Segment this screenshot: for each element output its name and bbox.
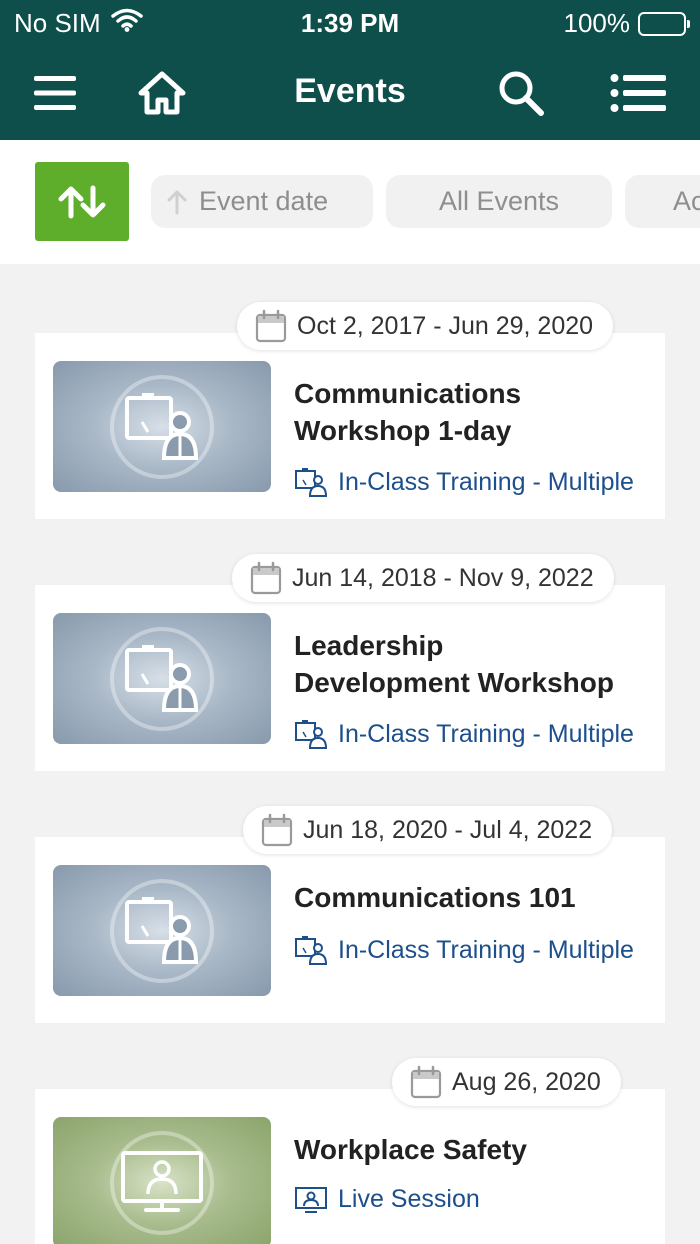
sort-toggle-button[interactable] xyxy=(35,162,129,241)
event-date-label: Aug 26, 2020 xyxy=(452,1067,601,1096)
filter-bar: Event date All Events Ac xyxy=(0,140,700,264)
event-title-line1: Communications xyxy=(294,378,522,409)
event-date-label: Oct 2, 2017 - Jun 29, 2020 xyxy=(297,311,594,340)
calendar-icon xyxy=(261,813,293,847)
event-type-label: In-Class Training - Multiple xyxy=(338,719,634,748)
event-thumbnail xyxy=(53,1117,271,1244)
arrow-up-icon xyxy=(167,190,187,214)
classroom-icon xyxy=(125,896,199,964)
status-right: 100% xyxy=(563,8,690,39)
list-view-icon[interactable] xyxy=(610,66,666,120)
next-filter-chip[interactable]: Ac xyxy=(625,175,700,228)
event-date-badge: Aug 26, 2020 xyxy=(392,1058,621,1106)
category-filter-chip[interactable]: All Events xyxy=(386,175,612,228)
page-title: Events xyxy=(294,72,406,110)
event-type: In-Class Training - Multiple xyxy=(294,719,634,749)
classroom-type-icon xyxy=(295,468,328,497)
sort-field-chip[interactable]: Event date xyxy=(151,175,373,228)
event-type: Live Session xyxy=(294,1185,480,1214)
category-filter-label: All Events xyxy=(438,186,560,216)
next-filter-label: Ac xyxy=(673,186,700,216)
event-date-badge: Jun 18, 2020 - Jul 4, 2022 xyxy=(243,806,613,854)
sort-field-label: Event date xyxy=(199,186,329,216)
battery-icon xyxy=(638,11,690,36)
home-icon[interactable] xyxy=(138,66,186,120)
event-type: In-Class Training - Multiple xyxy=(294,935,634,965)
event-type-label: In-Class Training - Multiple xyxy=(338,467,634,496)
event-title: Workplace Safety xyxy=(294,1131,664,1168)
event-title: Communications Workshop 1-day xyxy=(294,375,664,449)
classroom-icon xyxy=(125,644,199,712)
sort-arrows-icon xyxy=(58,185,106,218)
menu-icon[interactable] xyxy=(34,66,76,120)
event-thumbnail xyxy=(53,865,271,996)
event-title-line2: Development Workshop xyxy=(294,667,614,698)
event-card[interactable]: Workplace Safety Live Session xyxy=(35,1089,665,1244)
calendar-icon xyxy=(410,1065,442,1099)
event-card[interactable]: Communications Workshop 1-day In-Class T… xyxy=(35,333,665,519)
event-thumbnail xyxy=(53,361,271,492)
classroom-type-icon xyxy=(295,720,328,749)
event-date-badge: Oct 2, 2017 - Jun 29, 2020 xyxy=(237,302,614,350)
event-type: In-Class Training - Multiple xyxy=(294,467,634,497)
live-session-type-icon xyxy=(295,1186,327,1213)
search-icon[interactable] xyxy=(497,66,545,120)
classroom-icon xyxy=(125,392,199,460)
calendar-icon xyxy=(250,561,282,595)
event-type-label: In-Class Training - Multiple xyxy=(338,935,634,964)
event-type-label: Live Session xyxy=(338,1185,480,1213)
live-session-icon xyxy=(121,1150,203,1212)
event-title-line2: Workshop 1-day xyxy=(294,415,512,446)
event-thumbnail xyxy=(53,613,271,744)
event-date-label: Jun 18, 2020 - Jul 4, 2022 xyxy=(303,815,593,844)
event-title: Communications 101 xyxy=(294,879,664,916)
battery-percent: 100% xyxy=(563,8,631,38)
event-date-label: Jun 14, 2018 - Nov 9, 2022 xyxy=(292,563,594,592)
event-date-badge: Jun 14, 2018 - Nov 9, 2022 xyxy=(232,554,614,602)
event-title-line1: Leadership xyxy=(294,630,444,661)
event-title: Leadership Development Workshop xyxy=(294,627,664,701)
event-title-line1: Workplace Safety xyxy=(294,1134,527,1165)
event-card[interactable]: Communications 101 In-Class Training - M… xyxy=(35,837,665,1023)
top-bar: No SIM 1:39 PM 100% Events xyxy=(0,0,700,140)
event-card[interactable]: Leadership Development Workshop In-Class… xyxy=(35,585,665,771)
event-title-line1: Communications 101 xyxy=(294,882,576,913)
calendar-icon xyxy=(255,309,287,343)
classroom-type-icon xyxy=(295,936,328,965)
